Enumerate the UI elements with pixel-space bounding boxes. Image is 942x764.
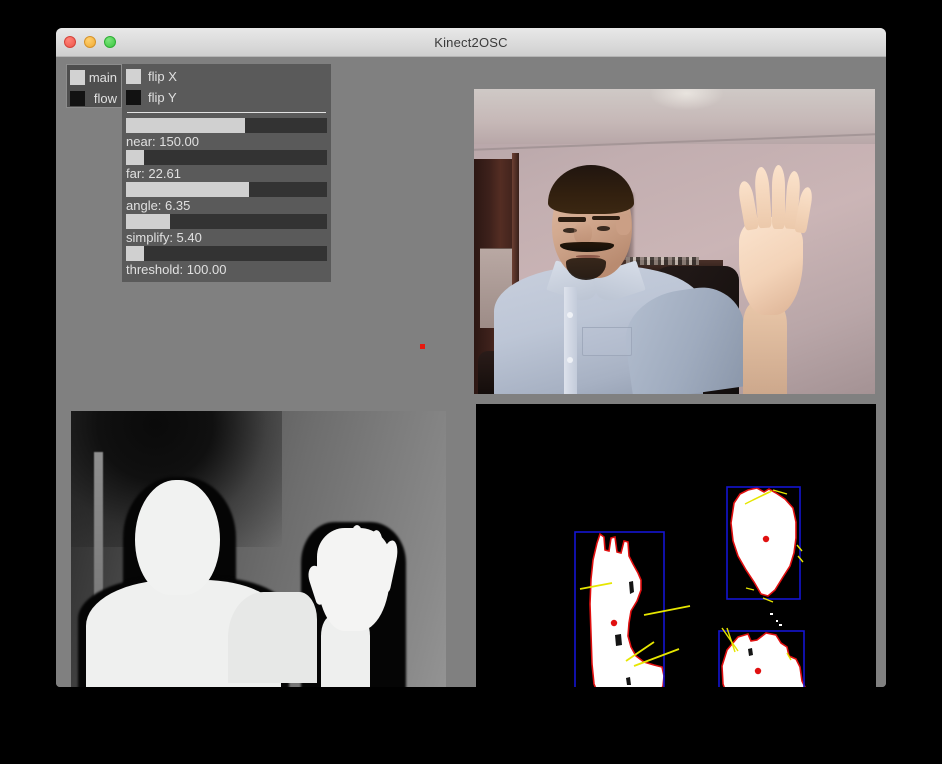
rgb-person-eyebrow — [592, 215, 621, 221]
rgb-shirt-pocket — [582, 326, 633, 357]
toggle-flip-y[interactable]: flip Y — [126, 87, 327, 107]
checkbox-flip-y-icon[interactable] — [126, 89, 141, 105]
rgb-person-hand — [738, 217, 803, 315]
blob-bottom-right-centroid — [754, 667, 762, 675]
slider-far-fill — [126, 150, 145, 165]
blob-top-right-fill — [731, 488, 796, 596]
screen-root: Kinect2OSC main flow flip X flip Y near:… — [0, 0, 942, 764]
toggle-main[interactable]: main — [70, 67, 118, 87]
depth-vertical-artifact — [94, 452, 104, 604]
slider-far[interactable] — [126, 150, 327, 165]
maximize-button[interactable] — [104, 36, 116, 48]
slider-near-label: near: 150.00 — [126, 134, 200, 149]
slider-simplify-label: simplify: 5.40 — [126, 230, 202, 245]
toggle-flip-x-label: flip X — [148, 68, 177, 84]
window-title: Kinect2OSC — [434, 35, 508, 50]
close-button[interactable] — [64, 36, 76, 48]
blob-hand-left — [574, 531, 691, 687]
rgb-person-forearm — [742, 302, 787, 394]
slider-far-label: far: 22.61 — [126, 166, 181, 181]
slider-simplify-fill — [126, 214, 171, 229]
blob-bottom-right — [718, 627, 806, 687]
slider-threshold-label: threshold: 100.00 — [126, 262, 227, 277]
checkbox-flow-icon[interactable] — [70, 90, 85, 106]
toggle-flow-label: flow — [93, 90, 117, 106]
application-window: Kinect2OSC main flow flip X flip Y near:… — [56, 28, 886, 687]
rgb-finger-middle — [771, 165, 786, 230]
slider-near[interactable] — [126, 118, 327, 133]
slider-simplify[interactable] — [126, 214, 327, 229]
panel-divider — [127, 112, 326, 113]
slider-angle[interactable] — [126, 182, 327, 197]
toggle-main-label: main — [88, 69, 117, 85]
slider-angle-label: angle: 6.35 — [126, 198, 191, 213]
window-titlebar[interactable]: Kinect2OSC — [56, 28, 886, 57]
window-body: main flow flip X flip Y near: 150.00 far… — [56, 57, 886, 687]
slider-threshold[interactable] — [126, 246, 327, 261]
gui-settings-panel: flip X flip Y near: 150.00 far: 22.61 an… — [122, 64, 331, 282]
toggle-flow[interactable]: flow — [70, 88, 118, 108]
slider-near-fill — [126, 118, 245, 133]
checkbox-main-icon[interactable] — [70, 69, 85, 85]
slider-threshold-fill — [126, 246, 145, 261]
rgb-shirt-placket — [564, 287, 578, 394]
blob-top-right — [726, 486, 804, 603]
toggle-flip-y-label: flip Y — [148, 89, 177, 105]
depth-person-shoulder — [228, 591, 318, 683]
gui-mode-group: main flow — [66, 64, 122, 108]
checkbox-flip-x-icon[interactable] — [126, 68, 141, 84]
depth-finger-middle — [348, 525, 365, 592]
blob-contour-svg — [574, 486, 806, 687]
rgb-camera-view[interactable] — [474, 89, 875, 394]
blob-contour-view[interactable] — [476, 404, 876, 687]
blob-noise-speckles — [770, 613, 782, 626]
blob-top-right-centroid — [762, 535, 770, 543]
rgb-person-eyebrow — [558, 217, 587, 222]
toggle-flip-x[interactable]: flip X — [126, 66, 327, 86]
window-controls — [64, 36, 116, 48]
depth-map-view[interactable] — [66, 404, 471, 687]
blob-hand-left-centroid — [610, 619, 618, 627]
depth-person-head — [134, 479, 220, 595]
slider-angle-fill — [126, 182, 249, 197]
red-corner-marker — [420, 344, 425, 349]
minimize-button[interactable] — [84, 36, 96, 48]
